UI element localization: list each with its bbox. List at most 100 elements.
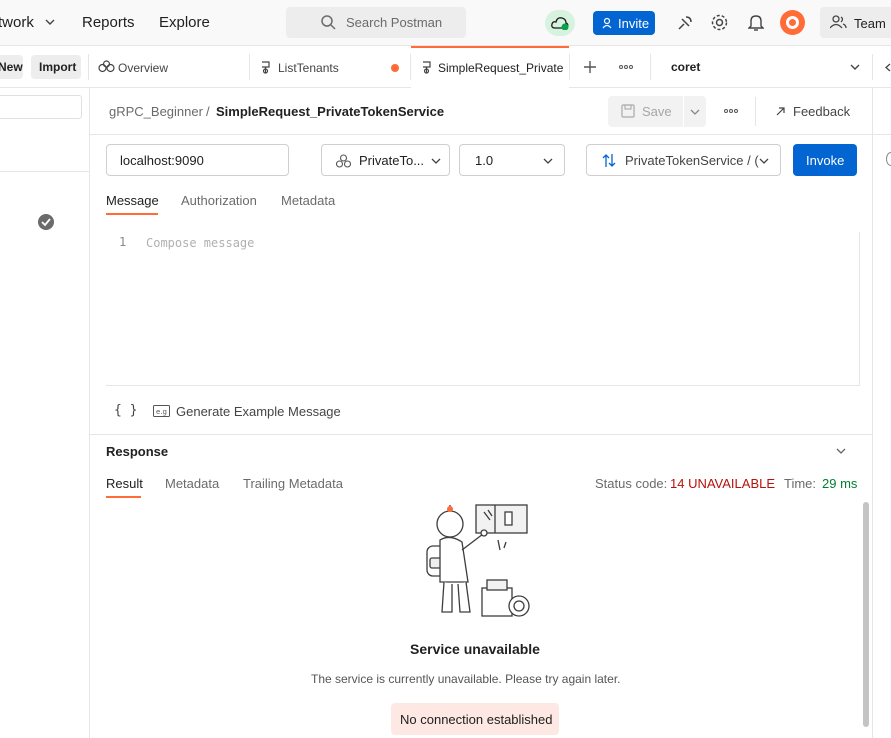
active-tab-indicator — [106, 496, 141, 498]
save-button[interactable]: Save — [608, 96, 706, 127]
method-value: PrivateTokenService / ( — [625, 153, 759, 168]
divider — [90, 434, 872, 435]
environment-selector[interactable]: coret — [671, 60, 700, 74]
no-connection-label: No connection established — [400, 712, 553, 727]
plus-icon[interactable] — [583, 60, 597, 74]
save-label: Save — [642, 104, 672, 119]
active-tab-indicator — [411, 46, 569, 48]
avatar[interactable] — [780, 10, 805, 35]
satellite-icon[interactable] — [676, 14, 694, 32]
generate-example-button[interactable]: e.g Generate Example Message — [153, 401, 343, 421]
cloud-check-icon — [551, 17, 569, 30]
chevron-down-icon — [431, 158, 441, 164]
divider — [872, 88, 873, 738]
check-circle-icon — [38, 214, 54, 230]
invite-label: Invite — [618, 16, 650, 31]
tab-row: New Import Overview ListTenants SimpleRe… — [0, 46, 891, 88]
invoke-button[interactable]: Invoke — [793, 144, 857, 176]
tab-trailing-metadata[interactable]: Trailing Metadata — [243, 476, 343, 491]
save-icon — [621, 104, 635, 118]
url-input[interactable]: localhost:9090 — [106, 144, 289, 176]
tab-overview[interactable]: Overview — [89, 46, 249, 88]
example-icon: e.g — [153, 405, 170, 417]
sidebar-filter-input[interactable] — [0, 95, 82, 119]
chevron-down-icon[interactable] — [850, 64, 860, 71]
breadcrumb: gRPC_Beginner / SimpleRequest_PrivateTok… — [90, 88, 891, 135]
new-label: New — [0, 60, 23, 74]
search-input[interactable]: Search Postman — [286, 7, 466, 38]
tab-simplerequest[interactable]: SimpleRequest_Private — [411, 46, 569, 88]
response-title: Response — [106, 444, 169, 459]
chevron-left-icon[interactable] — [885, 63, 891, 72]
scrollbar[interactable] — [863, 502, 869, 727]
feedback-label: Feedback — [793, 104, 851, 119]
chevron-down-icon — [759, 158, 769, 164]
more-icon[interactable] — [724, 109, 738, 113]
tab-response-metadata[interactable]: Metadata — [165, 476, 219, 491]
tab-label: ListTenants — [278, 61, 339, 75]
service-select[interactable]: PrivateTo... — [321, 144, 450, 176]
sync-status[interactable] — [545, 10, 575, 36]
connection-status-badge: No connection established — [391, 703, 559, 735]
service-icon — [336, 154, 351, 168]
more-icon[interactable] — [619, 65, 633, 69]
top-bar: twork Reports Explore Search Postman Inv… — [0, 0, 891, 46]
grpc-icon — [423, 61, 431, 74]
tab-metadata[interactable]: Metadata — [281, 193, 335, 208]
svg-text:e.g: e.g — [156, 408, 167, 416]
import-button[interactable]: Import — [31, 55, 81, 79]
new-button[interactable]: New — [0, 55, 23, 79]
add-user-icon — [602, 17, 612, 29]
grpc-icon — [262, 61, 270, 74]
import-label: Import — [39, 60, 77, 74]
method-select[interactable]: PrivateTokenService / ( — [586, 144, 781, 176]
astronaut-illustration — [426, 504, 530, 617]
request-name[interactable]: SimpleRequest_PrivateTokenService — [216, 104, 444, 119]
sidebar — [0, 88, 90, 738]
chevron-down-icon — [543, 158, 553, 164]
line-number: 1 — [119, 235, 127, 249]
status-value[interactable]: 14 UNAVAILABLE — [670, 476, 775, 491]
message-editor[interactable]: 1 Compose message — [106, 232, 860, 386]
overview-icon — [98, 60, 115, 73]
empty-state-description: The service is currently unavailable. Pl… — [311, 672, 621, 686]
info-icon[interactable] — [886, 152, 891, 166]
invite-button[interactable]: Invite — [593, 11, 655, 35]
tab-message[interactable]: Message — [106, 193, 159, 208]
version-select[interactable]: 1.0 — [459, 144, 565, 176]
tab-result[interactable]: Result — [106, 476, 143, 491]
search-placeholder: Search Postman — [346, 15, 443, 30]
arrow-up-right-icon — [776, 107, 785, 116]
empty-state-title: Service unavailable — [410, 641, 540, 657]
team-icon — [830, 15, 847, 29]
gear-icon[interactable] — [710, 13, 729, 32]
chevron-down-icon[interactable] — [836, 448, 846, 454]
tab-authorization[interactable]: Authorization — [181, 193, 257, 208]
beautify-button[interactable]: { } — [114, 403, 137, 418]
team-label: Team — [854, 16, 886, 31]
bidirectional-arrows-icon — [602, 154, 616, 167]
tab-listtenants[interactable]: ListTenants — [250, 46, 410, 88]
generate-label: Generate Example Message — [176, 404, 341, 419]
time-label: Time: — [784, 476, 817, 491]
invoke-label: Invoke — [806, 153, 845, 168]
breadcrumb-collection[interactable]: gRPC_Beginner — [109, 104, 203, 119]
chevron-down-icon[interactable] — [45, 18, 55, 26]
status-label: Status code: — [595, 476, 668, 491]
nav-explore[interactable]: Explore — [159, 14, 210, 31]
tab-label: Overview — [118, 61, 169, 75]
tab-label: SimpleRequest_Private — [438, 61, 564, 75]
bell-icon[interactable] — [748, 13, 764, 32]
search-icon — [321, 15, 336, 30]
breadcrumb-separator: / — [206, 104, 210, 119]
unsaved-dot — [391, 64, 399, 72]
version-value: 1.0 — [475, 153, 494, 168]
nav-reports[interactable]: Reports — [82, 14, 135, 31]
url-value: localhost:9090 — [120, 153, 204, 168]
editor-placeholder: Compose message — [146, 236, 255, 250]
time-value[interactable]: 29 ms — [822, 476, 857, 491]
nav-network[interactable]: twork — [0, 14, 34, 31]
active-tab-indicator — [106, 213, 158, 215]
feedback-button[interactable]: Feedback — [772, 96, 872, 127]
team-button[interactable]: Team — [820, 7, 891, 38]
